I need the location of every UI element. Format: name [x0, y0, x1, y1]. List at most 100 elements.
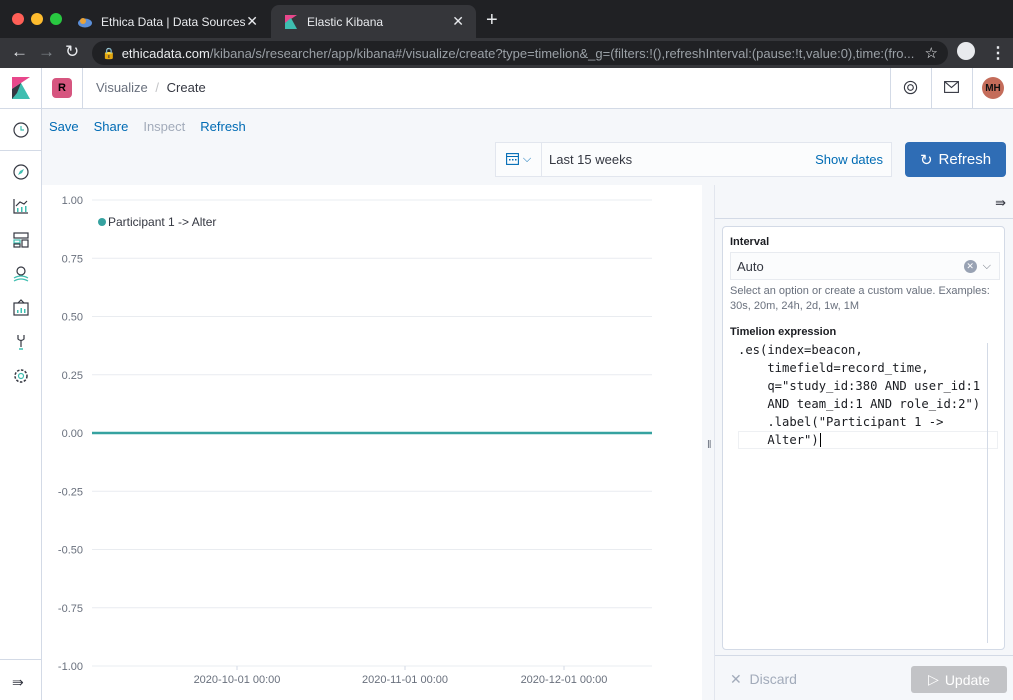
- side-nav: ⇛: [0, 109, 42, 700]
- chart-legend[interactable]: Participant 1 -> Alter: [98, 215, 216, 229]
- divider: [0, 150, 41, 151]
- chevron-down-icon: ⌵: [522, 153, 532, 165]
- editor-scrollbar[interactable]: [987, 343, 988, 643]
- panel-resize-handle[interactable]: ‖: [707, 439, 712, 451]
- refresh-link[interactable]: Refresh: [200, 119, 246, 134]
- close-icon: ✕: [730, 671, 742, 687]
- divider: [890, 68, 891, 108]
- kibana-favicon-icon: [283, 14, 299, 30]
- newsfeed-mail-icon[interactable]: [943, 80, 959, 96]
- reload-icon[interactable]: ↻: [65, 42, 79, 62]
- maximize-window-button[interactable]: [50, 13, 62, 25]
- tab-title: Elastic Kibana: [307, 14, 384, 29]
- help-lifebuoy-icon[interactable]: [902, 80, 918, 96]
- collapse-nav-icon[interactable]: ⇛: [12, 674, 30, 692]
- profile-icon[interactable]: [957, 42, 975, 60]
- space-avatar[interactable]: R: [52, 78, 72, 98]
- browser-address-bar: ← → ↻ 🔒 ethicadata.com/kibana/s/research…: [0, 38, 1013, 68]
- legend-dot: [98, 218, 106, 226]
- code-line: Alter"): [738, 433, 819, 447]
- x-tick-label: 2020-10-01 00:00: [194, 674, 281, 686]
- back-arrow-icon[interactable]: ←: [11, 42, 28, 62]
- management-gear-icon[interactable]: [12, 367, 30, 385]
- discard-button: ✕ Discard: [730, 671, 797, 688]
- breadcrumb-separator: /: [155, 80, 160, 95]
- discard-label: Discard: [749, 671, 797, 687]
- browser-tab-ethica[interactable]: Ethica Data | Data Sources ✕: [65, 5, 270, 38]
- chevron-down-icon[interactable]: ⌵: [983, 260, 991, 273]
- divider: [82, 68, 83, 108]
- interval-value: Auto: [737, 258, 764, 274]
- code-line: timefield=record_time,: [738, 361, 929, 375]
- y-tick-label: 0.25: [62, 370, 83, 382]
- editor-panel: ⇛ Interval Auto ✕ ⌵ Select an option or …: [714, 185, 1013, 700]
- recently-viewed-clock-icon[interactable]: [12, 121, 30, 139]
- visualize-chart-icon[interactable]: [12, 197, 30, 215]
- browser-tab-bar: Ethica Data | Data Sources ✕ Elastic Kib…: [0, 0, 1013, 38]
- url-input[interactable]: 🔒 ethicadata.com/kibana/s/researcher/app…: [92, 41, 948, 65]
- inspect-link: Inspect: [143, 119, 186, 134]
- interval-combobox[interactable]: Auto ✕ ⌵: [730, 252, 1000, 280]
- breadcrumb-visualize[interactable]: Visualize: [96, 80, 148, 95]
- date-picker: ⌵ Last 15 weeks Show dates: [495, 142, 892, 177]
- update-label: Update: [944, 671, 990, 688]
- y-tick-label: -0.50: [58, 545, 83, 557]
- dev-tools-wrench-icon[interactable]: [12, 333, 30, 351]
- user-avatar[interactable]: MH: [982, 77, 1004, 99]
- y-tick-label: -0.75: [58, 603, 83, 615]
- forward-arrow-icon[interactable]: →: [38, 42, 55, 62]
- code-line: .es(index=beacon,: [738, 343, 863, 357]
- top-nav-menu: Save Share Inspect Refresh: [49, 119, 246, 134]
- lock-icon: 🔒: [102, 47, 116, 60]
- update-button: ▷ Update: [911, 666, 1007, 693]
- collapse-sidebar-icon[interactable]: ⇛: [995, 195, 1006, 211]
- code-line: q="study_id:380 AND user_id:1: [738, 379, 981, 393]
- y-tick-label: 0.00: [62, 428, 83, 440]
- browser-tab-kibana[interactable]: Elastic Kibana ✕: [271, 5, 476, 38]
- cloud-favicon-icon: [77, 14, 93, 30]
- main-content: Save Share Inspect Refresh ⌵ Last 15 wee…: [42, 109, 1013, 700]
- share-link[interactable]: Share: [94, 119, 129, 134]
- code-line: AND team_id:1 AND role_id:2"): [738, 397, 981, 411]
- y-tick-label: 0.50: [62, 312, 83, 324]
- text-cursor: [819, 433, 821, 447]
- time-range-text[interactable]: Last 15 weeks: [549, 152, 815, 167]
- canvas-icon[interactable]: [12, 299, 30, 317]
- refresh-icon: ↻: [919, 151, 933, 169]
- discover-compass-icon[interactable]: [12, 163, 30, 181]
- close-tab-icon[interactable]: ✕: [246, 13, 258, 30]
- refresh-button-label: Refresh: [938, 151, 992, 168]
- minimize-window-button[interactable]: [31, 13, 43, 25]
- play-icon: ▷: [928, 671, 939, 687]
- bookmark-star-icon[interactable]: ☆: [925, 44, 938, 62]
- interval-label: Interval: [730, 236, 770, 248]
- new-tab-button[interactable]: +: [486, 9, 498, 32]
- kibana-header: R Visualize / Create MH: [0, 68, 1013, 109]
- quick-select-button[interactable]: ⌵: [496, 143, 542, 176]
- divider: [972, 68, 973, 108]
- panel-toolbar: ⇛: [715, 185, 1013, 219]
- kibana-logo-icon[interactable]: [12, 77, 30, 99]
- breadcrumb-create: Create: [166, 80, 206, 95]
- calendar-icon: [505, 152, 519, 168]
- code-line: .label("Participant 1 ->: [738, 415, 944, 429]
- dashboard-icon[interactable]: [12, 231, 30, 249]
- save-link[interactable]: Save: [49, 119, 79, 134]
- panel-footer: ✕ Discard ▷ Update: [715, 655, 1013, 700]
- y-tick-label: -1.00: [58, 661, 83, 673]
- close-window-button[interactable]: [12, 13, 24, 25]
- y-tick-label: -0.25: [58, 486, 83, 498]
- browser-menu-icon[interactable]: ⋮: [990, 43, 1006, 63]
- refresh-button[interactable]: ↻ Refresh: [905, 142, 1006, 177]
- expression-label: Timelion expression: [730, 326, 837, 338]
- x-tick-label: 2020-11-01 00:00: [362, 674, 448, 686]
- interval-help-text: Select an option or create a custom valu…: [730, 285, 990, 312]
- close-tab-icon[interactable]: ✕: [452, 13, 464, 30]
- expression-editor[interactable]: .es(index=beacon, timefield=record_time,…: [738, 341, 980, 449]
- url-path: /kibana/s/researcher/app/kibana#/visuali…: [209, 45, 915, 61]
- divider: [41, 68, 42, 108]
- clear-icon[interactable]: ✕: [963, 259, 977, 273]
- show-dates-link[interactable]: Show dates: [815, 152, 883, 167]
- maps-pin-icon[interactable]: [12, 265, 30, 283]
- y-tick-label: 1.00: [62, 195, 83, 207]
